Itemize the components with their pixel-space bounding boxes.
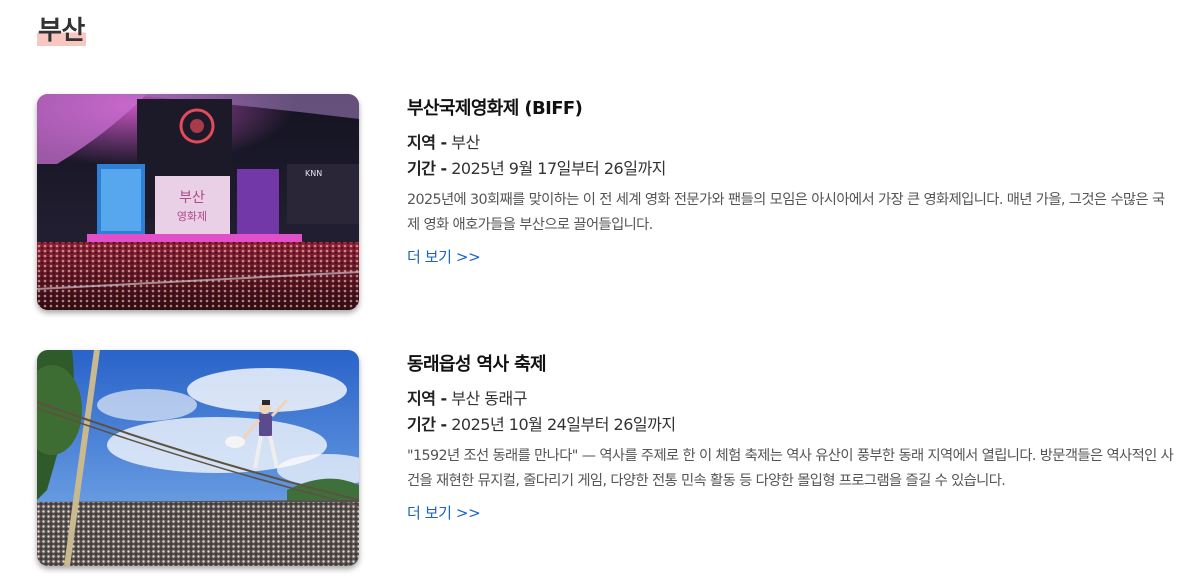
more-link[interactable]: 더 보기 >>	[407, 245, 481, 269]
festival-description: "1592년 조선 동래를 만나다" — 역사를 주제로 한 이 체험 축제는 …	[407, 448, 1174, 489]
biff-photo: 부산 영화제 KNN	[37, 94, 359, 310]
festival-image-biff[interactable]: 부산 영화제 KNN	[37, 94, 359, 310]
festival-period: 기간 - 2025년 9월 17일부터 26일까지	[407, 156, 1177, 182]
region-value: 부산 동래구	[451, 389, 527, 408]
festival-region: 지역 - 부산	[407, 130, 1177, 156]
region-value: 부산	[451, 133, 480, 152]
festival-image-dongnae[interactable]	[37, 350, 359, 566]
festival-description: 2025년에 30회째를 맞이하는 이 전 세계 영화 전문가와 팬들의 모임은…	[407, 192, 1165, 233]
svg-text:부산: 부산	[179, 190, 205, 206]
festival-info-biff: 부산국제영화제 (BIFF) 지역 - 부산 기간 - 2025년 9월 17일…	[407, 93, 1177, 269]
svg-text:영화제: 영화제	[177, 210, 207, 223]
festival-title: 부산국제영화제 (BIFF)	[407, 98, 583, 119]
svg-text:KNN: KNN	[305, 169, 322, 178]
region-title-text: 부산	[37, 16, 86, 46]
more-link[interactable]: 더 보기 >>	[407, 501, 481, 525]
festival-title: 동래읍성 역사 축제	[407, 354, 547, 375]
region-title: 부산	[37, 14, 86, 48]
period-value: 2025년 9월 17일부터 26일까지	[451, 159, 666, 178]
tightrope-photo	[37, 350, 359, 566]
festival-period: 기간 - 2025년 10월 24일부터 26일까지	[407, 412, 1177, 438]
festival-region: 지역 - 부산 동래구	[407, 386, 1177, 412]
region-label: 지역 -	[407, 389, 447, 408]
period-value: 2025년 10월 24일부터 26일까지	[451, 415, 676, 434]
period-label: 기간 -	[407, 159, 447, 178]
festival-card-biff: 부산 영화제 KNN 부산국제영화제 (BIFF) 지역 - 부산 기간 - 2…	[37, 93, 1177, 311]
region-label: 지역 -	[407, 133, 447, 152]
festival-info-dongnae: 동래읍성 역사 축제 지역 - 부산 동래구 기간 - 2025년 10월 24…	[407, 349, 1177, 525]
festival-page: 부산 부산 영화제 KNN 부산국제영화제 (BIFF) 지역 - 부산 기간 …	[0, 0, 1199, 581]
period-label: 기간 -	[407, 415, 447, 434]
festival-card-dongnae: 동래읍성 역사 축제 지역 - 부산 동래구 기간 - 2025년 10월 24…	[37, 349, 1177, 567]
